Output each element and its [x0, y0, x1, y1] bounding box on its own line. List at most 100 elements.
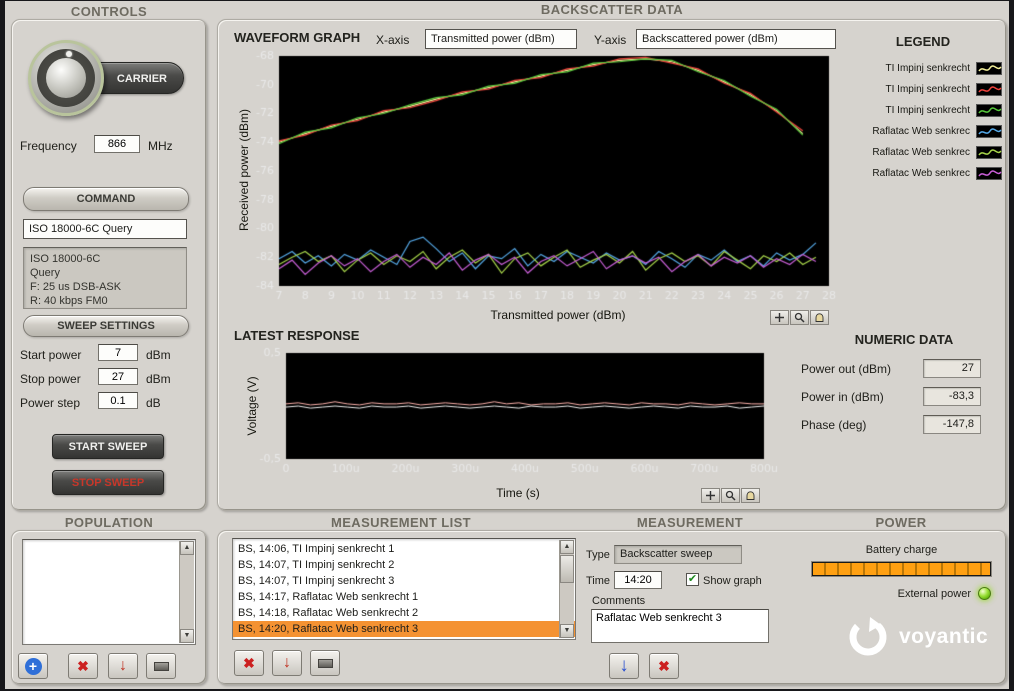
list-item[interactable]: BS, 14:17, Raflatac Web senkrecht 1 [233, 589, 575, 605]
numeric-data-title: NUMERIC DATA [818, 332, 990, 347]
legend-item[interactable]: Raflatac Web senkrec [836, 142, 1002, 163]
waveform-xlabel: Transmitted power (dBm) [418, 308, 698, 322]
zoom-tool-icon[interactable] [721, 488, 740, 503]
pan-tool-icon[interactable] [741, 488, 760, 503]
measurement-import-button[interactable]: ↓ [272, 650, 302, 676]
measurement-listbox[interactable]: BS, 14:06, TI Impinj senkrecht 1 BS, 14:… [232, 538, 576, 640]
delete-icon: ✖ [658, 658, 670, 675]
app-background: CONTROLS BACKSCATTER DATA POPULATION MEA… [5, 1, 1009, 689]
command-info-line: ISO 18000-6C [30, 252, 180, 266]
arrow-down-icon: ↓ [619, 658, 629, 674]
discard-button[interactable]: ✖ [649, 653, 679, 679]
population-add-button[interactable]: + [18, 653, 48, 679]
frequency-unit-label: MHz [148, 139, 173, 153]
population-panel: ▲ ▼ + ✖ ↓ [11, 530, 207, 685]
measurement-delete-button[interactable]: ✖ [234, 650, 264, 676]
carrier-knob[interactable] [28, 40, 104, 116]
x-axis-select[interactable]: Transmitted power (dBm) [425, 29, 577, 49]
waveform-graph-title: WAVEFORM GRAPH [234, 30, 360, 45]
waveform-plot[interactable] [234, 48, 846, 310]
start-power-unit: dBm [146, 348, 171, 362]
list-item[interactable]: BS, 14:20, Raflatac Web senkrecht 3 [233, 621, 575, 637]
cursor-tool-icon[interactable] [770, 310, 789, 325]
start-power-label: Start power [20, 348, 81, 362]
power-panel-title: POWER [795, 515, 1007, 530]
time-label: Time [586, 575, 610, 587]
scroll-down-icon[interactable]: ▼ [560, 624, 574, 638]
population-delete-button[interactable]: ✖ [68, 653, 98, 679]
apply-button[interactable]: ↓ [609, 653, 639, 679]
command-select[interactable]: ISO 18000-6C Query [23, 219, 187, 239]
response-toolbar [701, 488, 761, 503]
scrollbar-thumb[interactable] [560, 555, 574, 583]
stop-power-input[interactable] [98, 368, 138, 385]
stop-sweep-button[interactable]: STOP SWEEP [52, 470, 164, 495]
scroll-down-icon[interactable]: ▼ [180, 629, 194, 643]
legend-swatch [976, 167, 1002, 180]
power-out-value: 27 [923, 359, 981, 378]
legend-item[interactable]: TI Impinj senkrecht [836, 79, 1002, 100]
power-in-value: -83,3 [923, 387, 981, 406]
comments-textarea[interactable]: Raflatac Web senkrecht 3 [591, 609, 769, 643]
pan-tool-icon[interactable] [810, 310, 829, 325]
population-listbox[interactable]: ▲ ▼ [22, 539, 196, 645]
legend-item[interactable]: Raflatac Web senkrec [836, 163, 1002, 184]
carrier-knob-face [46, 58, 86, 98]
start-power-input[interactable] [98, 344, 138, 361]
frequency-input[interactable] [94, 135, 140, 153]
time-input[interactable] [614, 571, 662, 589]
legend-item[interactable]: Raflatac Web senkrec [836, 121, 1002, 142]
delete-icon: ✖ [243, 655, 255, 672]
scroll-up-icon[interactable]: ▲ [180, 541, 194, 555]
phase-label: Phase (deg) [801, 418, 866, 432]
population-scrollbar[interactable]: ▲ ▼ [179, 541, 194, 643]
phase-value: -147,8 [923, 415, 981, 434]
list-item[interactable]: BS, 14:06, TI Impinj senkrecht 1 [233, 541, 575, 557]
measurement-panel-title: MEASUREMENT [585, 515, 795, 530]
waveform-toolbar [770, 310, 830, 325]
measurement-list-scrollbar[interactable]: ▲ ▼ [559, 540, 574, 638]
legend-swatch [976, 83, 1002, 96]
population-import-button[interactable]: ↓ [108, 653, 138, 679]
list-item[interactable]: BS, 14:07, TI Impinj senkrecht 2 [233, 557, 575, 573]
external-power-led [978, 587, 991, 600]
measurement-export-button[interactable] [310, 650, 340, 676]
legend-swatch [976, 146, 1002, 159]
list-item[interactable]: BS, 14:18, Raflatac Web senkrecht 2 [233, 605, 575, 621]
command-info-line: Query [30, 266, 180, 280]
list-item[interactable]: BS, 14:07, TI Impinj senkrecht 3 [233, 573, 575, 589]
cursor-tool-icon[interactable] [701, 488, 720, 503]
battery-indicator [811, 561, 992, 577]
command-button[interactable]: COMMAND [23, 187, 189, 211]
plus-icon: + [25, 658, 42, 675]
command-info-line: R: 40 kbps FM0 [30, 294, 180, 308]
power-in-label: Power in (dBm) [801, 390, 884, 404]
zoom-tool-icon[interactable] [790, 310, 809, 325]
sweep-settings-button[interactable]: SWEEP SETTINGS [23, 315, 189, 337]
response-plot[interactable] [242, 346, 804, 504]
y-axis-select[interactable]: Backscattered power (dBm) [636, 29, 836, 49]
arrow-down-icon: ↓ [119, 659, 127, 673]
voyantic-logo: voyantic [846, 615, 988, 659]
comments-label: Comments [592, 595, 645, 607]
stop-power-label: Stop power [20, 372, 81, 386]
bottom-panel: BS, 14:06, TI Impinj senkrecht 1 BS, 14:… [217, 530, 1007, 685]
battery-fill [813, 563, 990, 575]
drive-icon [318, 659, 333, 668]
waveform-ylabel: Received power (dBm) [237, 70, 251, 270]
population-export-button[interactable] [146, 653, 176, 679]
frequency-label: Frequency [20, 139, 77, 153]
power-out-label: Power out (dBm) [801, 362, 891, 376]
legend-item[interactable]: TI Impinj senkrecht [836, 58, 1002, 79]
type-label: Type [586, 549, 610, 561]
power-step-input[interactable] [98, 392, 138, 409]
legend-swatch [976, 125, 1002, 138]
scroll-up-icon[interactable]: ▲ [560, 540, 574, 554]
legend-item-label: Raflatac Web senkrec [872, 147, 970, 158]
legend-item[interactable]: TI Impinj senkrecht [836, 100, 1002, 121]
stop-power-unit: dBm [146, 372, 171, 386]
start-sweep-button[interactable]: START SWEEP [52, 434, 164, 459]
drive-icon [154, 662, 169, 671]
show-graph-checkbox[interactable]: ✔ [686, 573, 699, 586]
show-graph-label: Show graph [703, 575, 762, 587]
